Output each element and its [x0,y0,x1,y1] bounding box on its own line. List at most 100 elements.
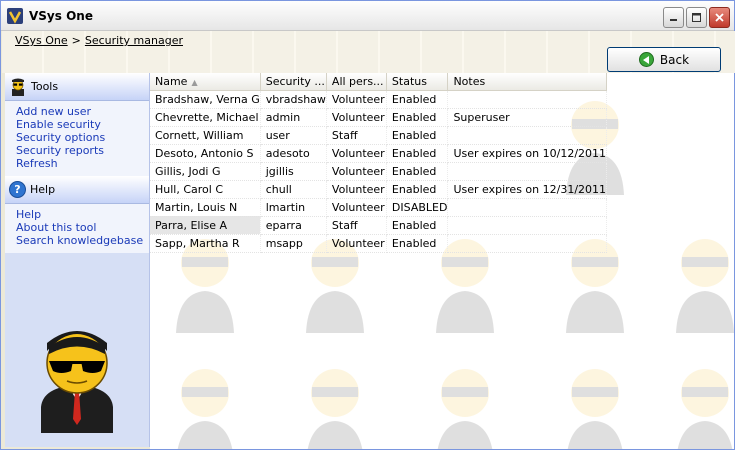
cell-role: Volunteer [326,108,387,127]
cell-login: admin [260,108,327,127]
cell-role: Volunteer [326,90,387,109]
table-row[interactable]: Sapp, Martha R msapp Volunteer Enabled [150,234,608,253]
column-header-all-persons[interactable]: All pers... [326,73,387,91]
search-knowledgebase-link[interactable]: Search knowledgebase [16,234,149,247]
security-agent-illustration [41,331,113,433]
cell-name: Gillis, Jodi G [150,162,261,181]
column-header-notes[interactable]: Notes [447,73,608,91]
help-link[interactable]: Help [16,208,149,221]
cell-login: adesoto [260,144,327,163]
watermark-agent-icon [177,369,233,449]
cell-name: Sapp, Martha R [150,234,261,253]
cell-login: msapp [260,234,327,253]
column-header-name[interactable]: Name ▲ [150,73,261,91]
help-icon: ? [9,181,26,198]
breadcrumb-current-link[interactable]: Security manager [85,34,183,47]
cell-notes [447,162,608,181]
cell-login: vbradshaw [260,90,327,109]
cell-status: Enabled [386,126,449,145]
sidebar: Tools Add new user Enable security Secur… [5,73,150,447]
app-window: VSys One VSys One > Security manager Back [0,0,735,450]
cell-notes: User expires on 12/31/2011 [447,180,608,199]
watermark-agent-icon [437,369,493,449]
table-row[interactable]: Martin, Louis N lmartin Volunteer DISABL… [150,198,608,217]
breadcrumb-root-link[interactable]: VSys One [15,34,68,47]
table-row[interactable]: Bradshaw, Verna G vbradshaw Volunteer En… [150,90,608,109]
tools-section-header: Tools [5,73,149,101]
back-button-label: Back [659,52,690,67]
cell-status: Enabled [386,216,449,235]
enable-security-link[interactable]: Enable security [16,118,149,131]
table-row[interactable]: Chevrette, Michael admin Volunteer Enabl… [150,108,608,127]
title-bar: VSys One [1,1,734,31]
cell-name: Martin, Louis N [150,198,261,217]
cell-name: Chevrette, Michael [150,108,261,127]
cell-notes: User expires on 10/12/2011 [447,144,608,163]
window-title: VSys One [29,8,93,23]
close-icon [715,13,724,22]
back-button[interactable]: Back [607,47,721,72]
sort-ascending-icon: ▲ [191,77,198,87]
cell-notes [447,126,608,145]
cell-status: DISABLED [386,198,449,217]
table-row[interactable]: Hull, Carol C chull Volunteer Enabled Us… [150,180,608,199]
cell-login: jgillis [260,162,327,181]
security-reports-link[interactable]: Security reports [16,144,149,157]
cell-notes [447,234,608,253]
table-row[interactable]: Cornett, William user Staff Enabled [150,126,608,145]
table-header-row: Name ▲ Security ... All pers... Status No… [150,73,608,91]
cell-status: Enabled [386,234,449,253]
maximize-button[interactable] [686,7,707,28]
breadcrumb: VSys One > Security manager [15,34,183,47]
minimize-button[interactable] [663,7,684,28]
cell-login: eparra [260,216,327,235]
cell-role: Volunteer [326,234,387,253]
cell-name: Hull, Carol C [150,180,261,199]
cell-name: Desoto, Antonio S [150,144,261,163]
cell-status: Enabled [386,90,449,109]
help-links: Help About this tool Search knowledgebas… [5,204,149,253]
cell-role: Volunteer [326,180,387,199]
table-row[interactable]: Gillis, Jodi G jgillis Volunteer Enabled [150,162,608,181]
close-button[interactable] [709,7,730,28]
tools-section-title: Tools [31,80,59,93]
back-arrow-icon [638,52,654,67]
column-header-security[interactable]: Security ... [260,73,327,91]
cell-login: lmartin [260,198,327,217]
watermark-agent-icon [677,369,733,449]
watermark-agent-icon [307,369,363,449]
cell-status: Enabled [386,162,449,181]
cell-notes [447,216,608,235]
breadcrumb-separator: > [71,34,81,47]
about-tool-link[interactable]: About this tool [16,221,149,234]
security-options-link[interactable]: Security options [16,131,149,144]
cell-name: Cornett, William [150,126,261,145]
cell-notes [447,198,608,217]
add-new-user-link[interactable]: Add new user [16,105,149,118]
tools-links: Add new user Enable security Security op… [5,101,149,176]
cell-status: Enabled [386,108,449,127]
cell-role: Staff [326,216,387,235]
column-header-status[interactable]: Status [386,73,449,91]
cell-role: Volunteer [326,198,387,217]
cell-login: chull [260,180,327,199]
cell-status: Enabled [386,144,449,163]
help-section-title: Help [30,183,56,196]
users-grid-area: Name ▲ Security ... All pers... Status No… [150,73,734,449]
watermark-agent-icon [676,239,734,333]
cell-login: user [260,126,327,145]
security-agent-icon [9,78,27,96]
maximize-icon [692,13,701,22]
app-logo-icon [7,7,23,24]
cell-role: Volunteer [326,144,387,163]
watermark-agent-icon [567,369,623,449]
cell-name: Bradshaw, Verna G [150,90,261,109]
cell-name: Parra, Elise A [150,216,261,235]
refresh-link[interactable]: Refresh [16,157,149,170]
cell-notes [447,90,608,109]
cell-role: Staff [326,126,387,145]
cell-notes: Superuser [447,108,608,127]
cell-role: Volunteer [326,162,387,181]
table-row-selected[interactable]: Parra, Elise A eparra Staff Enabled [150,216,608,235]
table-row[interactable]: Desoto, Antonio S adesoto Volunteer Enab… [150,144,608,163]
